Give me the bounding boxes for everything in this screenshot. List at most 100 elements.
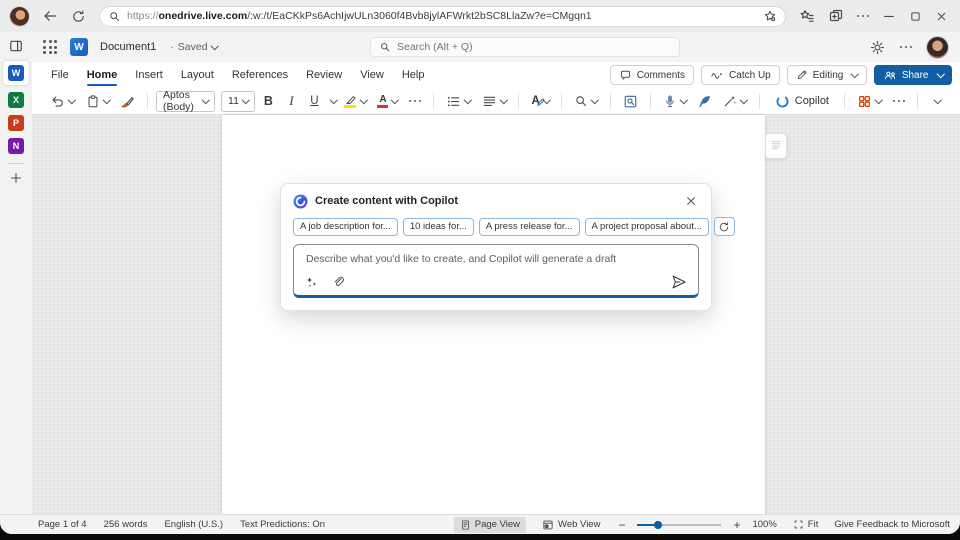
fit-button[interactable]: Fit xyxy=(787,517,825,532)
dialog-close-icon[interactable] xyxy=(683,193,699,209)
document-title[interactable]: Document1 xyxy=(100,41,156,53)
font-size-select[interactable]: 11 xyxy=(221,91,255,112)
toolbar-overflow-icon[interactable] xyxy=(889,90,910,112)
tab-file[interactable]: File xyxy=(42,64,78,86)
collections-icon[interactable] xyxy=(828,8,844,24)
dictate-button[interactable] xyxy=(659,90,691,112)
chevron-down-icon xyxy=(740,96,748,104)
tab-layout[interactable]: Layout xyxy=(172,64,223,86)
word-count[interactable]: 256 words xyxy=(104,519,148,530)
send-icon[interactable] xyxy=(671,275,687,289)
text-predictions-status[interactable]: Text Predictions: On xyxy=(240,519,325,530)
tab-help[interactable]: Help xyxy=(393,64,434,86)
toolbar-divider xyxy=(844,93,845,109)
language-status[interactable]: English (U.S.) xyxy=(164,519,223,530)
copilot-prompt-input[interactable] xyxy=(294,245,698,273)
sidebar-toggle-icon[interactable] xyxy=(8,38,24,54)
tab-home[interactable]: Home xyxy=(78,64,127,86)
web-view-button[interactable]: Web View xyxy=(536,517,606,533)
rewrite-sparkle-icon[interactable] xyxy=(305,276,319,289)
font-name-select[interactable]: Aptos (Body) xyxy=(156,91,215,112)
bold-button[interactable]: B xyxy=(258,90,278,112)
toolbar-divider xyxy=(147,93,148,109)
tab-review[interactable]: Review xyxy=(297,64,351,86)
collapse-ribbon-button[interactable] xyxy=(926,90,946,112)
underline-button[interactable]: U xyxy=(304,90,324,112)
sidebar-item-word[interactable]: W xyxy=(3,61,29,85)
editor-button[interactable] xyxy=(693,90,716,112)
save-status[interactable]: ·Saved xyxy=(170,41,217,53)
back-button[interactable] xyxy=(42,8,58,24)
catch-up-button[interactable]: Catch Up xyxy=(701,65,780,85)
attach-icon[interactable] xyxy=(332,276,345,289)
share-button[interactable]: Share xyxy=(874,65,952,85)
suggestion-chip[interactable]: A job description for... xyxy=(293,218,398,236)
document-page[interactable] xyxy=(222,115,765,514)
app-search-box[interactable] xyxy=(370,37,680,57)
chevron-down-icon[interactable] xyxy=(330,96,338,104)
comments-button[interactable]: Comments xyxy=(610,65,694,85)
tab-view[interactable]: View xyxy=(351,64,393,86)
app-launcher-icon[interactable] xyxy=(40,37,60,57)
address-bar[interactable]: https://onedrive.live.com/:w:/t/EaCKkPs6… xyxy=(99,6,786,27)
add-ins-button[interactable] xyxy=(853,90,886,112)
toolbar-divider xyxy=(561,93,562,109)
margin-comment-card[interactable] xyxy=(765,133,787,159)
styles-button[interactable]: A xyxy=(527,90,553,112)
favorite-star-icon[interactable] xyxy=(763,9,777,23)
tab-references[interactable]: References xyxy=(223,64,297,86)
undo-button[interactable] xyxy=(46,90,79,112)
bullets-button[interactable] xyxy=(442,90,475,112)
zoom-level[interactable]: 100% xyxy=(752,519,776,530)
edge-sidebar: W X P N xyxy=(0,32,32,514)
suggestion-chip[interactable]: 10 ideas for... xyxy=(403,218,474,236)
refresh-suggestions-button[interactable] xyxy=(714,217,735,236)
tab-insert[interactable]: Insert xyxy=(126,64,172,86)
align-button[interactable] xyxy=(478,90,511,112)
favorites-bar-icon[interactable] xyxy=(799,8,815,24)
account-avatar[interactable] xyxy=(927,37,948,58)
page-count[interactable]: Page 1 of 4 xyxy=(38,519,87,530)
chevron-down-icon xyxy=(391,96,399,104)
zoom-slider[interactable] xyxy=(637,519,721,531)
browser-menu-icon[interactable] xyxy=(857,15,870,18)
search-input[interactable] xyxy=(397,41,671,53)
close-button[interactable] xyxy=(935,10,948,23)
feedback-link[interactable]: Give Feedback to Microsoft xyxy=(834,519,950,530)
minimize-button[interactable] xyxy=(882,9,896,23)
auto-format-wand-icon[interactable] xyxy=(719,90,751,112)
find-button[interactable] xyxy=(570,90,602,112)
zoom-out-button[interactable]: − xyxy=(616,518,627,532)
paste-button[interactable] xyxy=(82,90,114,112)
highlight-color-button[interactable] xyxy=(340,90,371,112)
ribbon-tabs: File Home Insert Layout References Revie… xyxy=(32,62,960,88)
sidebar-item-excel[interactable]: X xyxy=(8,92,24,108)
suggestion-chip[interactable]: A project proposal about... xyxy=(585,218,709,236)
refresh-button[interactable] xyxy=(71,9,86,24)
editing-mode-button[interactable]: Editing xyxy=(787,65,867,85)
sidebar-add-button[interactable] xyxy=(9,171,23,185)
zoom-in-button[interactable]: + xyxy=(731,518,742,532)
sidebar-item-onenote[interactable]: N xyxy=(8,138,24,154)
copilot-dialog: Create content with Copilot A job descri… xyxy=(280,183,712,311)
font-color-button[interactable]: A xyxy=(373,90,402,112)
toolbar-divider xyxy=(518,93,519,109)
chevron-down-icon xyxy=(591,96,599,104)
settings-gear-icon[interactable] xyxy=(870,40,885,55)
reading-view-icon[interactable] xyxy=(619,90,642,112)
italic-button[interactable]: I xyxy=(281,90,301,112)
page-view-button[interactable]: Page View xyxy=(454,517,526,533)
format-painter-icon[interactable] xyxy=(116,90,139,112)
copilot-button[interactable]: Copilot xyxy=(768,90,836,112)
sidebar-item-powerpoint[interactable]: P xyxy=(8,115,24,131)
copilot-prompt-box xyxy=(293,244,699,298)
word-logo[interactable]: W xyxy=(70,38,88,56)
zoom-slider-knob[interactable] xyxy=(654,521,662,529)
more-font-options-icon[interactable] xyxy=(405,90,426,112)
sidebar-divider xyxy=(8,163,24,164)
header-more-icon[interactable] xyxy=(900,46,913,49)
browser-profile-avatar[interactable] xyxy=(10,7,29,26)
toolbar-divider xyxy=(433,93,434,109)
maximize-button[interactable] xyxy=(909,10,922,23)
suggestion-chip[interactable]: A press release for... xyxy=(479,218,580,236)
